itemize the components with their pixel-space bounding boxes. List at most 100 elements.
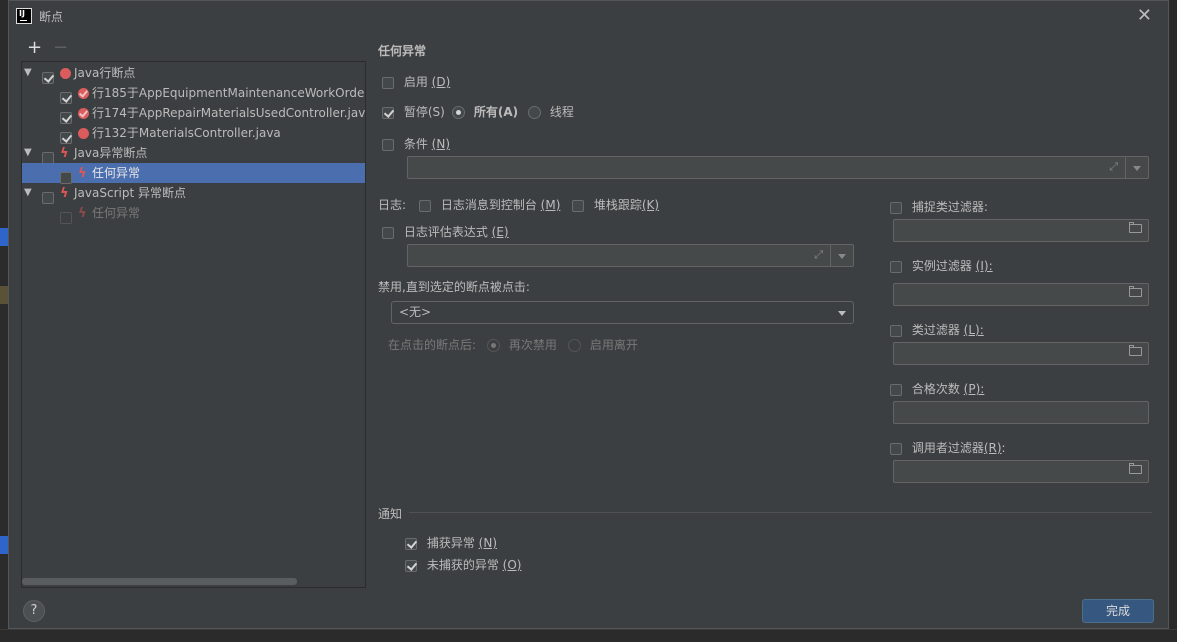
radio-button[interactable] [528,106,541,119]
condition-row[interactable]: 条件 (N) [382,135,450,152]
expand-arrow-icon[interactable]: ▼ [24,63,32,83]
expand-arrow-icon[interactable]: ▼ [24,143,32,163]
folder-icon[interactable] [1129,463,1142,474]
help-button[interactable]: ? [23,600,45,622]
condition-checkbox[interactable] [382,138,394,151]
log-message-row[interactable]: 日志消息到控制台 (M) [419,196,560,213]
lightning-icon: ϟ [78,205,87,221]
evaluate-row[interactable]: 日志评估表达式 (E) [382,223,509,240]
instance-filter-row[interactable]: 实例过滤器 (I): [890,257,993,274]
tree-group-java-exception[interactable]: ▼ ϟ Java异常断点 [22,143,365,164]
ide-background-highlight [0,228,8,246]
enabled-row[interactable]: 启用 (D) [382,73,450,90]
uncaught-label: 未捕获的异常 [426,558,499,572]
tree-item-breakpoint[interactable]: 行132于MaterialsController.java [22,123,365,144]
suspend-row[interactable]: 暂停(S) [382,103,445,120]
enabled-checkbox[interactable] [382,76,394,89]
tree-item-breakpoint[interactable]: 行174于AppRepairMaterialsUsedController.ja… [22,103,365,124]
caught-row[interactable]: 捕获异常 (N) [405,534,497,551]
pass-count-row[interactable]: 合格次数 (P): [890,380,984,397]
radio-button[interactable] [487,339,500,352]
pass-count-checkbox[interactable] [890,383,902,396]
suspend-checkbox[interactable] [382,106,394,119]
evaluate-checkbox[interactable] [382,226,394,239]
suspend-thread-label: 线程 [549,105,574,119]
evaluate-field[interactable]: ⤢ [407,244,854,267]
catch-class-filter-checkbox[interactable] [890,201,902,214]
suspend-all-radio[interactable]: 所有(A) [452,103,518,120]
evaluate-label: 日志评估表达式 [403,225,488,239]
tree-item-any-exception[interactable]: ϟ 任何异常 [22,203,365,224]
instance-filter-field[interactable] [893,283,1149,306]
folder-icon[interactable] [1129,345,1142,356]
tree-item-label: 行185于AppEquipmentMaintenanceWorkOrder [92,86,366,100]
after-hit-leave-radio[interactable]: 启用离开 [568,336,638,353]
stack-trace-checkbox[interactable] [572,199,584,212]
title-bar: IJ 断点 ✕ [9,1,1168,31]
close-button[interactable]: ✕ [1137,5,1152,26]
radio-button[interactable] [568,339,581,352]
after-hit-disable-radio[interactable]: 再次禁用 [487,336,557,353]
ide-editor-strip [0,629,1177,642]
done-button[interactable]: 完成 [1082,599,1154,623]
class-filter-row[interactable]: 类过滤器 (L): [890,321,984,338]
tree-group-java-line[interactable]: ▼ Java行断点 [22,63,365,84]
history-dropdown-button[interactable] [830,245,853,266]
caught-label: 捕获异常 [426,536,475,550]
catch-class-filter-row[interactable]: 捕捉类过滤器: [890,198,988,215]
suspend-thread-radio[interactable]: 线程 [528,103,574,120]
expand-icon[interactable]: ⤢ [814,248,823,262]
folder-icon[interactable] [1129,222,1142,233]
tree-checkbox[interactable] [60,207,72,227]
disable-until-select[interactable]: <无> [391,301,854,324]
caller-filter-row[interactable]: 调用者过滤器(R): [890,439,1006,456]
chevron-down-icon [838,311,846,316]
stack-trace-row[interactable]: 堆栈跟踪(K) [572,196,659,213]
pass-count-field[interactable] [893,401,1149,424]
class-filter-field[interactable] [893,342,1149,365]
condition-mnemonic: (N) [431,137,451,151]
tree-group-js-exception[interactable]: ▼ ϟ JavaScript 异常断点 [22,183,365,204]
after-hit-leave-label: 启用离开 [589,338,638,352]
uncaught-checkbox[interactable] [405,559,417,572]
instance-filter-checkbox[interactable] [890,260,902,273]
instance-filter-label: 实例过滤器 [911,259,972,273]
breakpoint-tree[interactable]: ▼ Java行断点 行185于AppEquipmentMaintenanceWo… [21,61,366,588]
tree-item-any-exception[interactable]: ϟ 任何异常 [22,163,365,184]
add-breakpoint-button[interactable]: + [27,39,42,57]
tree-item-label: JavaScript 异常断点 [74,186,186,200]
after-hit-label: 在点击的断点后: [388,338,477,352]
lightning-icon: ϟ [78,165,87,181]
history-dropdown-button[interactable] [1125,157,1148,178]
tree-item-label: 任何异常 [92,206,141,220]
caller-filter-field[interactable] [893,460,1149,483]
uncaught-row[interactable]: 未捕获的异常 (O) [405,556,521,573]
log-message-mnemonic: (M) [540,198,561,212]
condition-field[interactable]: ⤢ [407,156,1149,179]
class-filter-checkbox[interactable] [890,324,902,337]
tree-item-label: Java行断点 [74,66,136,80]
notify-separator [409,512,1152,513]
tree-horizontal-scrollbar[interactable] [22,578,297,585]
enabled-label: 启用 [403,75,428,89]
expand-arrow-icon[interactable]: ▼ [24,183,32,203]
details-heading: 任何异常 [378,44,427,58]
disable-until-label: 禁用,直到选定的断点被点击: [378,280,530,294]
folder-icon[interactable] [1129,286,1142,297]
notify-label: 通知 [378,507,403,521]
tree-item-breakpoint[interactable]: 行185于AppEquipmentMaintenanceWorkOrder [22,83,366,104]
expand-icon[interactable]: ⤢ [1109,160,1118,174]
app-icon: IJ [16,8,32,24]
remove-breakpoint-button[interactable]: − [53,39,68,57]
caught-checkbox[interactable] [405,537,417,550]
catch-class-filter-field[interactable] [893,219,1149,242]
suspend-all-label: 所有(A) [473,105,519,119]
breakpoint-checked-icon [78,103,89,123]
log-message-label: 日志消息到控制台 [440,198,537,212]
class-filter-mnemonic: (L): [963,323,984,337]
tree-item-label: 行132于MaterialsController.java [92,126,281,140]
radio-button[interactable] [452,106,465,119]
caller-filter-checkbox[interactable] [890,442,902,455]
catch-class-filter-label: 捕捉类过滤器: [911,200,988,214]
log-message-checkbox[interactable] [419,199,431,212]
